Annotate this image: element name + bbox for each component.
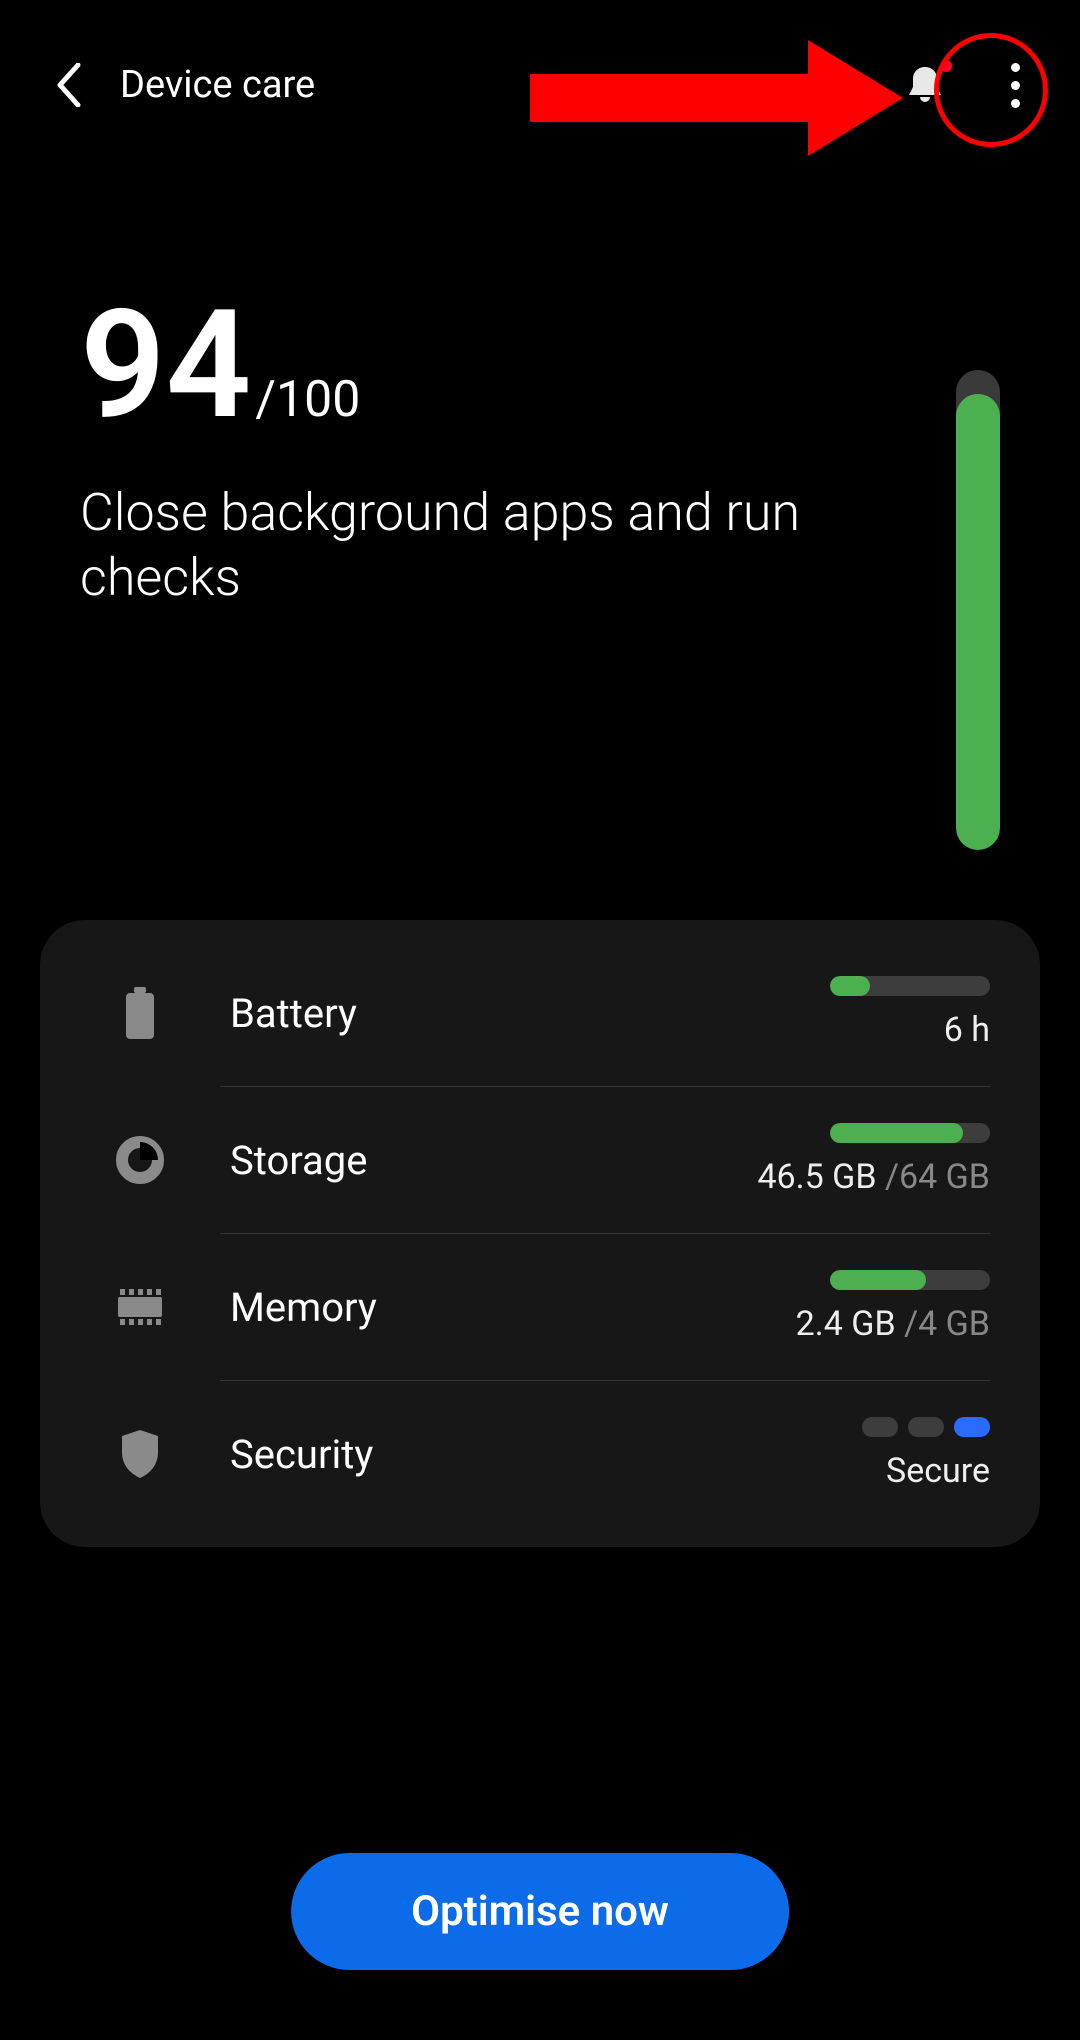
optimise-button[interactable]: Optimise now [291, 1853, 789, 1970]
battery-row[interactable]: Battery 6 h [40, 940, 1040, 1086]
more-options-button[interactable] [990, 60, 1040, 110]
security-status: Secure [886, 1451, 990, 1491]
memory-bar [830, 1270, 990, 1290]
bell-icon [905, 63, 945, 107]
device-status-card: Battery 6 h Storage 46.5 GB /64 GB Memor… [40, 920, 1040, 1547]
back-button[interactable] [40, 55, 100, 115]
score-progress-fill [956, 394, 1000, 850]
storage-bar [830, 1123, 990, 1143]
chevron-left-icon [56, 63, 84, 107]
memory-row[interactable]: Memory 2.4 GB /4 GB [40, 1234, 1040, 1380]
security-indicator [862, 1417, 990, 1437]
score-total: /100 [255, 371, 360, 429]
storage-icon [110, 1130, 170, 1190]
storage-value: 46.5 GB /64 GB [757, 1157, 990, 1197]
score-progress-bar [956, 370, 1000, 850]
storage-row[interactable]: Storage 46.5 GB /64 GB [40, 1087, 1040, 1233]
score-message: Close background apps and run checks [80, 480, 840, 610]
notification-dot-icon [940, 60, 952, 72]
page-title: Device care [120, 63, 315, 107]
battery-icon [110, 983, 170, 1043]
shield-icon [110, 1424, 170, 1484]
notifications-button[interactable] [900, 60, 950, 110]
memory-label: Memory [230, 1284, 730, 1331]
score-value: 94 [80, 290, 251, 440]
memory-icon [110, 1277, 170, 1337]
memory-value: 2.4 GB /4 GB [796, 1304, 990, 1344]
battery-bar [830, 976, 990, 996]
security-row[interactable]: Security Secure [40, 1381, 1040, 1527]
storage-label: Storage [230, 1137, 730, 1184]
security-label: Security [230, 1431, 730, 1478]
battery-label: Battery [230, 990, 730, 1037]
battery-value: 6 h [944, 1010, 990, 1050]
